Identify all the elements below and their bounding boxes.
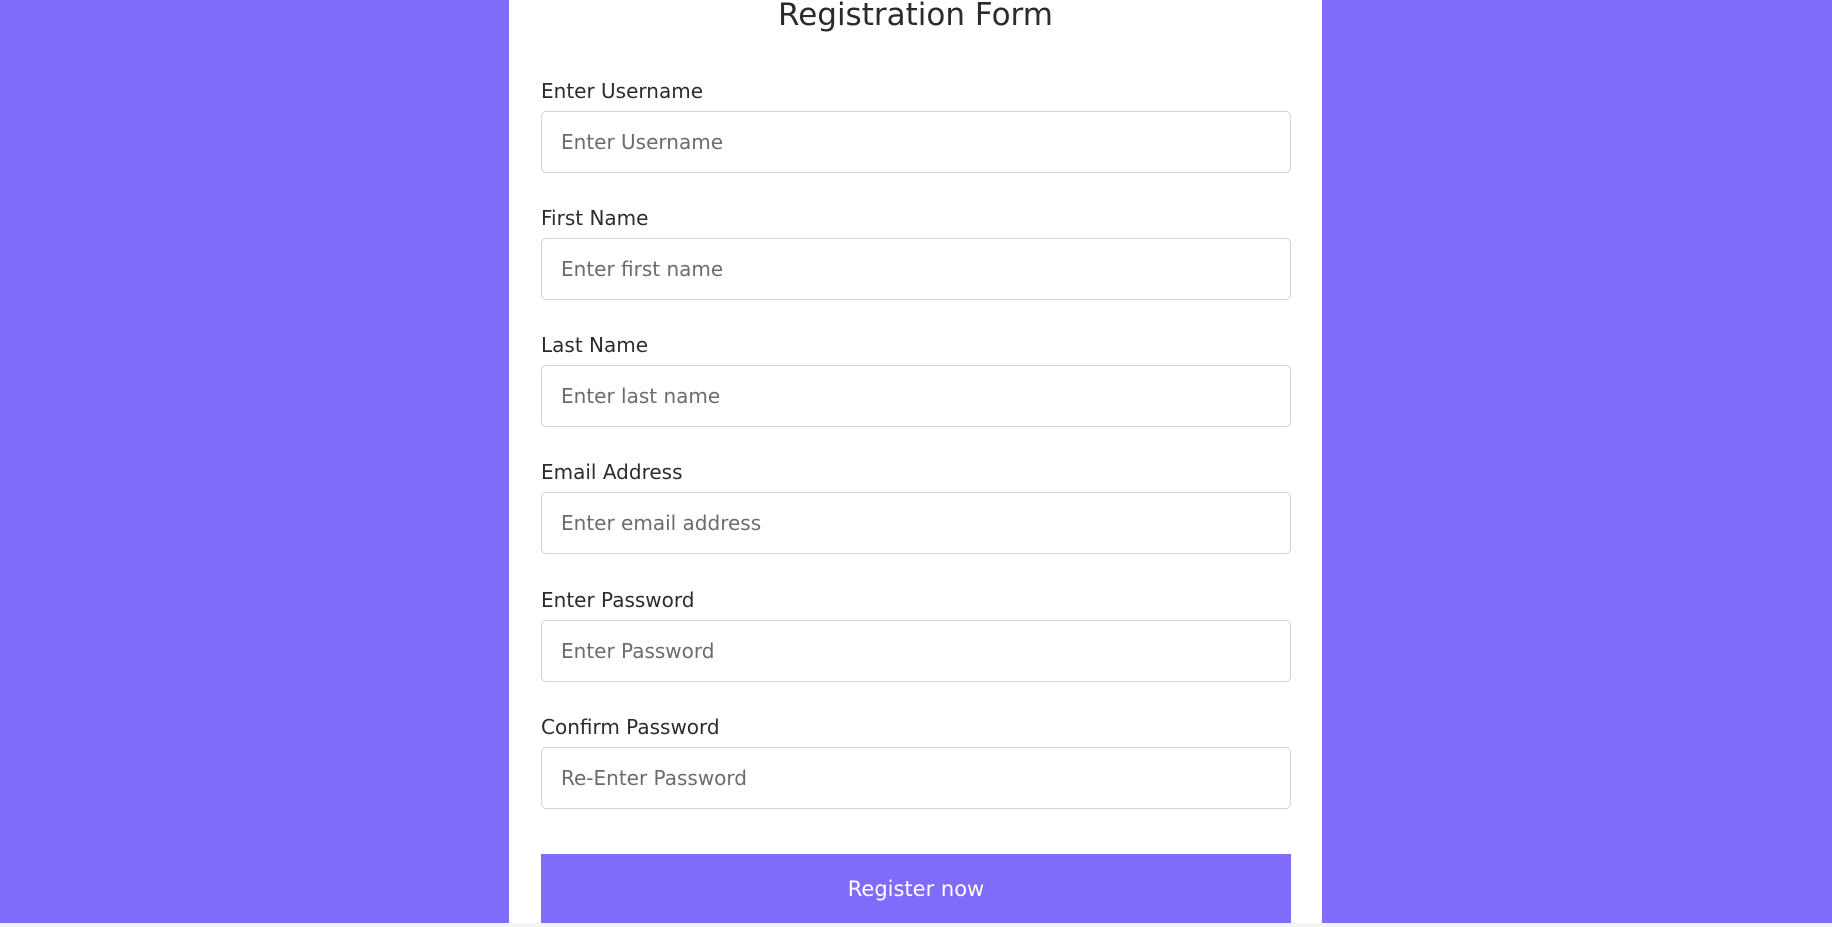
email-field-group: Email Address	[541, 459, 1291, 554]
page-background: Registration Form Enter Username First N…	[0, 0, 1832, 923]
confirm-password-label: Confirm Password	[541, 715, 720, 739]
first-name-label: First Name	[541, 206, 649, 230]
password-field-group: Enter Password	[541, 587, 1291, 682]
first-name-field-group: First Name	[541, 205, 1291, 300]
form-title: Registration Form	[778, 0, 1053, 33]
email-input[interactable]	[541, 492, 1291, 554]
bottom-edge	[0, 923, 1832, 927]
username-label: Enter Username	[541, 79, 703, 103]
confirm-password-input[interactable]	[541, 747, 1291, 809]
username-field-group: Enter Username	[541, 78, 1291, 173]
username-input[interactable]	[541, 111, 1291, 173]
confirm-password-field-group: Confirm Password	[541, 714, 1291, 809]
registration-card: Registration Form Enter Username First N…	[509, 0, 1322, 923]
last-name-input[interactable]	[541, 365, 1291, 427]
password-input[interactable]	[541, 620, 1291, 682]
password-label: Enter Password	[541, 588, 695, 612]
last-name-field-group: Last Name	[541, 332, 1291, 427]
last-name-label: Last Name	[541, 333, 649, 357]
register-button[interactable]: Register now	[541, 854, 1291, 923]
first-name-input[interactable]	[541, 238, 1291, 300]
email-label: Email Address	[541, 460, 683, 484]
